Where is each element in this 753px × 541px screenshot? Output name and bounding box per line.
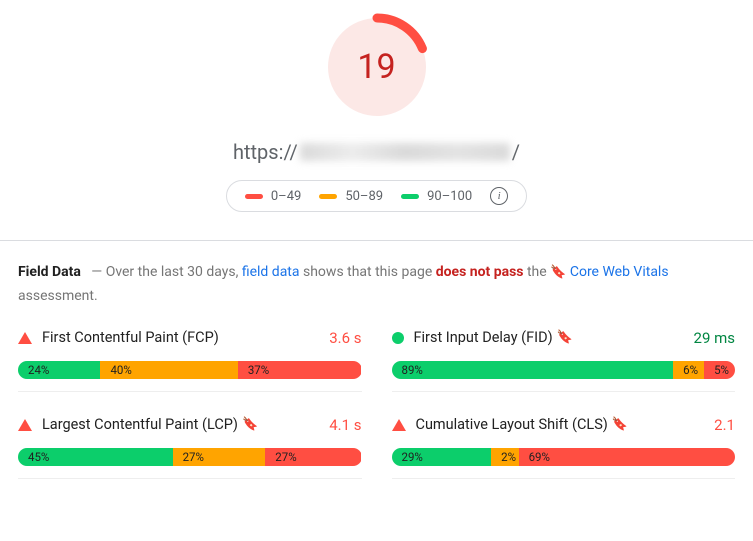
metric-fcp[interactable]: First Contentful Paint (FCP) 3.6 s 24% 4… (18, 329, 362, 392)
bookmark-icon: 🔖 (612, 417, 628, 432)
metric-name: First Input Delay (FID) 🔖 (414, 329, 684, 346)
distribution-bar: 45% 27% 27% (18, 448, 362, 466)
url-redacted (300, 143, 510, 161)
url-prefix: https:// (233, 140, 298, 164)
score-gauge: 19 (322, 12, 432, 122)
distribution-bar: 29% 2% 69% (392, 448, 736, 466)
metric-name: Largest Contentful Paint (LCP) 🔖 (42, 416, 319, 433)
legend-average: 50–89 (319, 189, 383, 204)
triangle-icon (18, 332, 32, 344)
page-url: https:// / (233, 140, 520, 164)
legend-good: 90–100 (401, 189, 472, 204)
bookmark-icon: 🔖 (242, 417, 258, 432)
bookmark-icon: 🔖 (550, 265, 566, 280)
metric-lcp[interactable]: Largest Contentful Paint (LCP) 🔖 4.1 s 4… (18, 416, 362, 479)
score-legend: 0–49 50–89 90–100 i (226, 180, 527, 212)
metric-name: First Contentful Paint (FCP) (42, 329, 319, 346)
url-suffix: / (512, 140, 520, 164)
circle-icon (392, 332, 404, 344)
metric-fid[interactable]: First Input Delay (FID) 🔖 29 ms 89% 6% 5… (392, 329, 736, 392)
distribution-bar: 89% 6% 5% (392, 361, 736, 379)
score-value: 19 (322, 12, 432, 122)
metric-value: 3.6 s (329, 329, 361, 347)
core-web-vitals-link[interactable]: Core Web Vitals (570, 264, 669, 280)
metric-value: 4.1 s (329, 416, 361, 434)
metric-name: Cumulative Layout Shift (CLS) 🔖 (416, 416, 705, 433)
triangle-icon (18, 419, 32, 431)
legend-poor: 0–49 (245, 189, 301, 204)
metric-value: 29 ms (694, 329, 735, 347)
field-data-label: Field Data (18, 264, 81, 280)
bookmark-icon: 🔖 (557, 330, 573, 345)
field-data-link[interactable]: field data (242, 264, 300, 280)
metric-cls[interactable]: Cumulative Layout Shift (CLS) 🔖 2.1 29% … (392, 416, 736, 479)
triangle-icon (392, 419, 406, 431)
metric-value: 2.1 (714, 416, 735, 434)
field-data-summary: Field Data — Over the last 30 days, fiel… (18, 261, 735, 309)
assessment-fail: does not pass (436, 264, 524, 280)
info-icon[interactable]: i (490, 187, 508, 205)
distribution-bar: 24% 40% 37% (18, 361, 362, 379)
